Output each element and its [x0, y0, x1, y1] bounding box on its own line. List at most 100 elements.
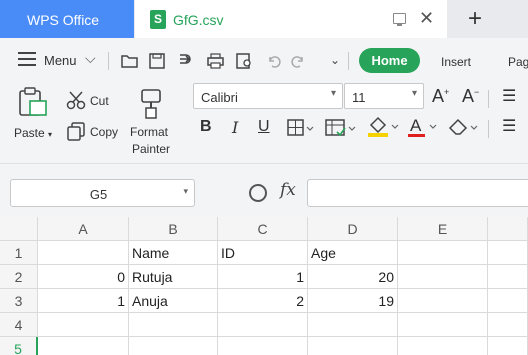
chevron-down-icon[interactable]: ⌵ — [85, 50, 96, 67]
close-icon[interactable]: ✕ — [419, 8, 434, 29]
cell-a2[interactable]: 0 — [38, 265, 129, 289]
paste-button[interactable]: Paste ▾ — [14, 126, 52, 140]
cell-d1[interactable]: Age — [308, 241, 398, 265]
cell-f2[interactable] — [488, 265, 528, 289]
cell-c1[interactable]: ID — [218, 241, 308, 265]
copy-button[interactable]: Copy — [90, 125, 118, 139]
spreadsheet-file-icon: S — [150, 10, 166, 29]
align-left-icon[interactable]: ☰ — [502, 116, 516, 136]
hamburger-menu-icon[interactable] — [18, 52, 36, 66]
cell-f1[interactable] — [488, 241, 528, 265]
divider — [108, 52, 109, 70]
cell-b4[interactable] — [129, 313, 218, 337]
cell-e3[interactable] — [398, 289, 488, 313]
cell-c2[interactable]: 1 — [218, 265, 308, 289]
align-top-icon[interactable]: ☰ — [502, 86, 516, 106]
underline-button[interactable]: U — [258, 118, 270, 136]
cut-button[interactable]: Cut — [90, 94, 109, 108]
divider — [348, 52, 349, 70]
spreadsheet-grid: A B C D E 1 2 3 4 5 Name ID Age 0 Rutuja… — [0, 217, 528, 355]
menu-button[interactable]: Menu — [44, 53, 77, 68]
tab-page-layout[interactable]: Pag — [508, 55, 528, 69]
print-preview-icon[interactable] — [236, 53, 251, 69]
format-painter-icon[interactable] — [138, 88, 166, 120]
copy-icon[interactable] — [66, 121, 86, 141]
column-header-f[interactable] — [488, 217, 528, 241]
row-header-3[interactable]: 3 — [0, 289, 38, 313]
open-folder-icon[interactable] — [121, 55, 138, 68]
select-all-corner[interactable] — [0, 217, 38, 241]
column-header-d[interactable]: D — [308, 217, 398, 241]
cell-b1[interactable]: Name — [129, 241, 218, 265]
column-header-b[interactable]: B — [129, 217, 218, 241]
font-name-select[interactable]: Calibri ▾ — [193, 83, 343, 109]
cell-style-icon[interactable] — [325, 119, 359, 137]
cell-c4[interactable] — [218, 313, 308, 337]
eraser-icon[interactable] — [447, 117, 481, 137]
cell-d4[interactable] — [308, 313, 398, 337]
row-header-1[interactable]: 1 — [0, 241, 38, 265]
chevron-down-icon[interactable]: ▾ — [412, 88, 417, 99]
cell-a1[interactable] — [38, 241, 129, 265]
cell-f4[interactable] — [488, 313, 528, 337]
cell-e5[interactable] — [398, 337, 488, 355]
cell-f3[interactable] — [488, 289, 528, 313]
font-color-icon[interactable]: A — [407, 116, 439, 138]
insert-function-button[interactable]: fx — [280, 180, 296, 200]
divider — [488, 120, 489, 138]
cell-b3[interactable]: Anuja — [129, 289, 218, 313]
column-header-c[interactable]: C — [218, 217, 308, 241]
save-icon[interactable] — [149, 53, 165, 69]
cell-c3[interactable]: 2 — [218, 289, 308, 313]
zoom-icon[interactable] — [249, 184, 267, 202]
font-size-select[interactable]: 11 ▾ — [344, 83, 424, 109]
column-header-a[interactable]: A — [38, 217, 129, 241]
increase-font-size-icon[interactable]: A+ — [432, 86, 449, 107]
cell-c5[interactable] — [218, 337, 308, 355]
customize-toolbar-icon[interactable]: ⌄ — [326, 51, 344, 69]
document-title: GfG.csv — [173, 12, 224, 28]
row-header-5[interactable]: 5 — [0, 337, 38, 355]
redo-icon[interactable] — [291, 56, 303, 68]
print-icon[interactable] — [207, 53, 224, 69]
divider — [488, 90, 489, 108]
bold-button[interactable]: B — [200, 118, 212, 136]
export-icon[interactable] — [180, 54, 191, 64]
cell-a5[interactable] — [38, 337, 129, 355]
font-name-value: Calibri — [201, 90, 238, 105]
italic-button[interactable]: I — [232, 118, 238, 137]
cell-e2[interactable] — [398, 265, 488, 289]
cell-e1[interactable] — [398, 241, 488, 265]
row-header-4[interactable]: 4 — [0, 313, 38, 337]
chevron-down-icon[interactable]: ▾ — [331, 88, 336, 99]
cell-d2[interactable]: 20 — [308, 265, 398, 289]
undo-icon[interactable] — [269, 56, 281, 68]
name-box[interactable]: G5 ▾ — [10, 179, 195, 207]
new-tab-button[interactable]: + — [468, 5, 482, 33]
chevron-down-icon[interactable]: ▾ — [183, 186, 188, 197]
formula-input[interactable] — [307, 179, 528, 207]
borders-icon[interactable] — [287, 119, 317, 137]
name-box-value: G5 — [89, 187, 108, 202]
format-painter-label-line1[interactable]: Format — [130, 125, 168, 139]
cell-b2[interactable]: Rutuja — [129, 265, 218, 289]
cell-a3[interactable]: 1 — [38, 289, 129, 313]
cell-f5[interactable] — [488, 337, 528, 355]
cell-b5[interactable] — [129, 337, 218, 355]
format-painter-label-line2[interactable]: Painter — [132, 142, 170, 156]
cell-a4[interactable] — [38, 313, 129, 337]
scissors-icon[interactable] — [66, 90, 86, 110]
paste-icon[interactable] — [17, 87, 49, 119]
cell-e4[interactable] — [398, 313, 488, 337]
fill-color-icon[interactable] — [367, 116, 401, 138]
wps-office-tab[interactable]: WPS Office — [0, 0, 134, 38]
screen-icon[interactable] — [393, 13, 406, 26]
cell-d5[interactable] — [308, 337, 398, 355]
decrease-font-size-icon[interactable]: A− — [462, 86, 479, 107]
cell-d3[interactable]: 19 — [308, 289, 398, 313]
column-header-e[interactable]: E — [398, 217, 488, 241]
tab-insert[interactable]: Insert — [441, 55, 471, 69]
document-tab[interactable]: S GfG.csv ✕ — [135, 0, 447, 38]
tab-home[interactable]: Home — [359, 48, 420, 73]
row-header-2[interactable]: 2 — [0, 265, 38, 289]
